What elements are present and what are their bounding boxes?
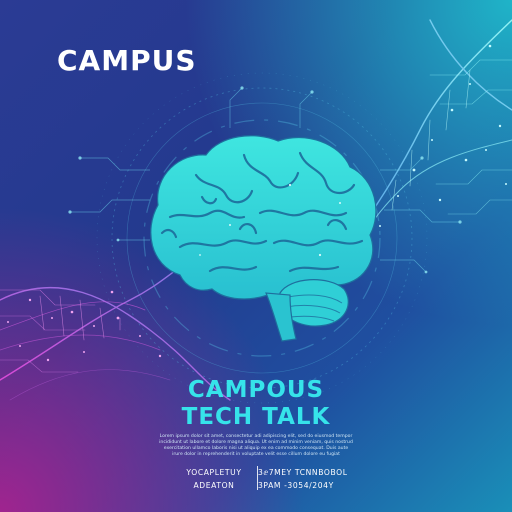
info-right-line-1: 3ⅇ7MEY TCNNBOBOL <box>258 468 348 477</box>
info-datetime: 3ⅇ7MEY TCNNBOBOL 3PAM -3054/204Y <box>258 466 358 492</box>
description-line: irure dolor in reprehenderit in voluptat… <box>172 452 340 457</box>
poster: CAMPUS CAMPOUS TECH TALK Lorem ipsum dol… <box>0 0 512 512</box>
headline-line-1: CAMPOUS <box>187 377 325 403</box>
info-location: YOCAPLETUY ADEATON <box>172 466 256 492</box>
brain-icon <box>150 135 377 342</box>
info-left-line-1: YOCAPLETUY <box>186 468 242 477</box>
headline-line-2: TECH TALK <box>181 404 331 430</box>
brand-title: CAMPUS <box>57 44 197 77</box>
description-text: Lorem ipsum dolor sit amet, consectetur … <box>150 434 362 458</box>
info-right-line-2: 3PAM -3054/204Y <box>258 481 334 490</box>
info-left-line-2: ADEATON <box>193 481 235 490</box>
helix-dots-right <box>379 44 507 227</box>
